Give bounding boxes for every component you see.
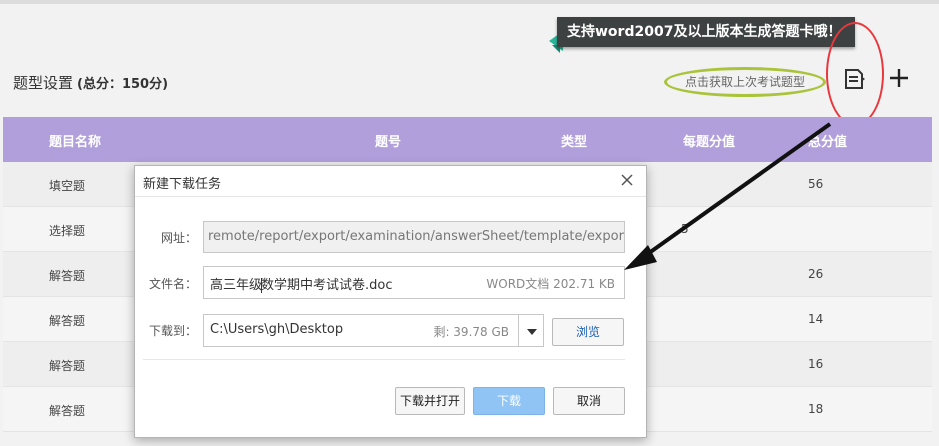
total-score: (总分：150分) xyxy=(77,77,169,92)
annotation-red-circle xyxy=(826,22,884,126)
row-total-score: 14 xyxy=(808,312,824,326)
row-per-score: 5 xyxy=(681,222,689,236)
browse-button[interactable]: 浏览 xyxy=(552,318,624,346)
filename-text-start: 高三年级 xyxy=(210,278,263,293)
column-header-type: 类型 xyxy=(561,135,588,150)
save-path-input[interactable]: C:\Users\gh\Desktop 剩: 39.78 GB xyxy=(203,314,519,347)
row-name: 填空题 xyxy=(49,179,86,193)
dialog-separator xyxy=(143,359,625,360)
download-and-open-button[interactable]: 下载并打开 xyxy=(395,387,465,415)
row-total-score: 16 xyxy=(808,357,824,371)
filename-input[interactable]: 高三年级数学期中考试试卷.doc WORD文档 202.71 KB xyxy=(203,266,625,299)
cancel-button[interactable]: 取消 xyxy=(553,387,625,415)
column-header-total-score: 总分值 xyxy=(808,135,848,150)
row-total-score: 26 xyxy=(808,267,824,281)
path-dropdown-button[interactable] xyxy=(518,314,544,347)
column-header-per-score: 每题分值 xyxy=(683,135,736,150)
row-total-score: 56 xyxy=(808,177,824,191)
page-title: 题型设置 (总分：150分) xyxy=(13,72,168,93)
new-download-dialog: 新建下载任务 网址： remote/report/export/examinat… xyxy=(134,165,647,438)
row-total-score: 18 xyxy=(808,402,824,416)
word-version-tooltip: 支持word2007及以上版本生成答题卡哦！ xyxy=(557,17,856,47)
close-icon[interactable] xyxy=(619,172,635,188)
filename-label: 文件名： xyxy=(148,277,197,291)
table-header: 题目名称 题号 类型 每题分值 总分值 xyxy=(3,117,932,162)
row-name: 解答题 xyxy=(49,269,86,283)
row-name: 选择题 xyxy=(49,224,86,238)
saveto-label: 下载到： xyxy=(148,324,197,338)
column-header-number: 题号 xyxy=(375,135,402,150)
file-size: WORD文档 202.71 KB xyxy=(486,277,615,291)
top-divider xyxy=(0,0,939,4)
dialog-title: 新建下载任务 xyxy=(143,177,222,192)
row-name: 解答题 xyxy=(49,359,86,373)
row-name: 解答题 xyxy=(49,314,86,328)
get-previous-exam-link[interactable]: 点击获取上次考试题型 xyxy=(664,67,826,97)
free-space: 剩: 39.78 GB xyxy=(433,325,509,339)
row-name: 解答题 xyxy=(49,404,86,418)
plus-icon[interactable] xyxy=(888,67,910,89)
title-text: 题型设置 xyxy=(13,74,74,92)
url-label: 网址： xyxy=(160,231,197,245)
download-button[interactable]: 下载 xyxy=(473,387,545,415)
url-field: remote/report/export/examination/answerS… xyxy=(203,221,625,253)
filename-text-end: 数学期中考试试卷.doc xyxy=(261,278,393,293)
save-path-text: C:\Users\gh\Desktop xyxy=(210,322,344,337)
title-divider xyxy=(135,196,646,197)
column-header-name: 题目名称 xyxy=(49,135,102,150)
